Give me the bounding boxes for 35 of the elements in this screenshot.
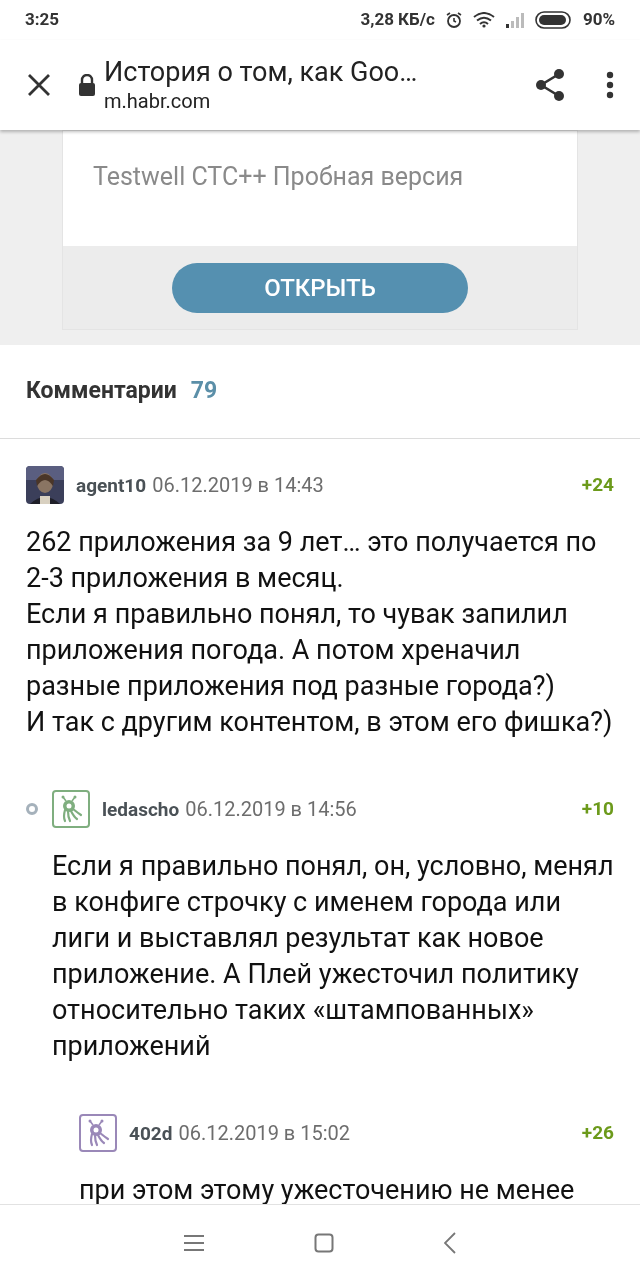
comment-date: 06.12.2019 в 14:43 [152, 471, 324, 499]
comment-text: 262 приложения за 9 лет… это получается по 2-3 приложения в месяц. [26, 525, 598, 596]
battery-icon [534, 11, 573, 29]
share-icon [535, 69, 565, 101]
comment-date: 06.12.2019 в 15:02 [178, 1119, 351, 1147]
comment-text: И так с другим контентом, в этом его фишка?) [26, 705, 614, 740]
battery-level: 90% [582, 8, 615, 32]
comment-author[interactable]: agent10 [76, 471, 147, 501]
lock-icon [78, 74, 96, 96]
close-icon [27, 73, 51, 97]
wifi-icon [472, 12, 495, 28]
open-button[interactable]: ОТКРЫТЬ [172, 262, 468, 313]
comment-score: +10 [581, 795, 614, 822]
comment-text: Если я правильно понял, то чувак запилил приложения погода. А потом хреначил разные приложения под разные города?) [26, 597, 569, 704]
comment-date: 06.12.2019 в 14:56 [185, 795, 357, 823]
comments-heading: Комментарии [26, 376, 177, 407]
menu-icon[interactable] [184, 1233, 204, 1252]
comment-score: +26 [581, 1119, 614, 1146]
ad-text: Testwell CTC++ Пробная версия [93, 162, 464, 191]
status-time: 3:25 [25, 8, 60, 32]
comment-text: при этом этому ужесточению не менее [79, 1173, 576, 1208]
comment-score: +24 [581, 471, 614, 498]
comment-text: Если я правильно понял, он, условно, менял в конфиге строчку с именем города или лиги и выставлял результат как новое приложение. А Плей ужесточил политику относительно таких «штампованных» приложений [52, 849, 614, 1064]
home-icon[interactable] [314, 1232, 334, 1253]
comment-author[interactable]: 402d [129, 1119, 173, 1149]
more-icon [606, 71, 614, 99]
page-url: m.habr.com [104, 88, 212, 114]
comment-author[interactable]: ledascho [102, 795, 180, 825]
comments-count: 79 [190, 376, 218, 407]
page-title: История о том, как Goo… [104, 56, 419, 88]
signal-icon [504, 12, 525, 28]
alarm-icon [444, 11, 463, 29]
reply-marker-icon [26, 803, 38, 815]
network-speed: 3,28 КБ/с [360, 8, 435, 32]
back-icon[interactable] [444, 1231, 456, 1254]
